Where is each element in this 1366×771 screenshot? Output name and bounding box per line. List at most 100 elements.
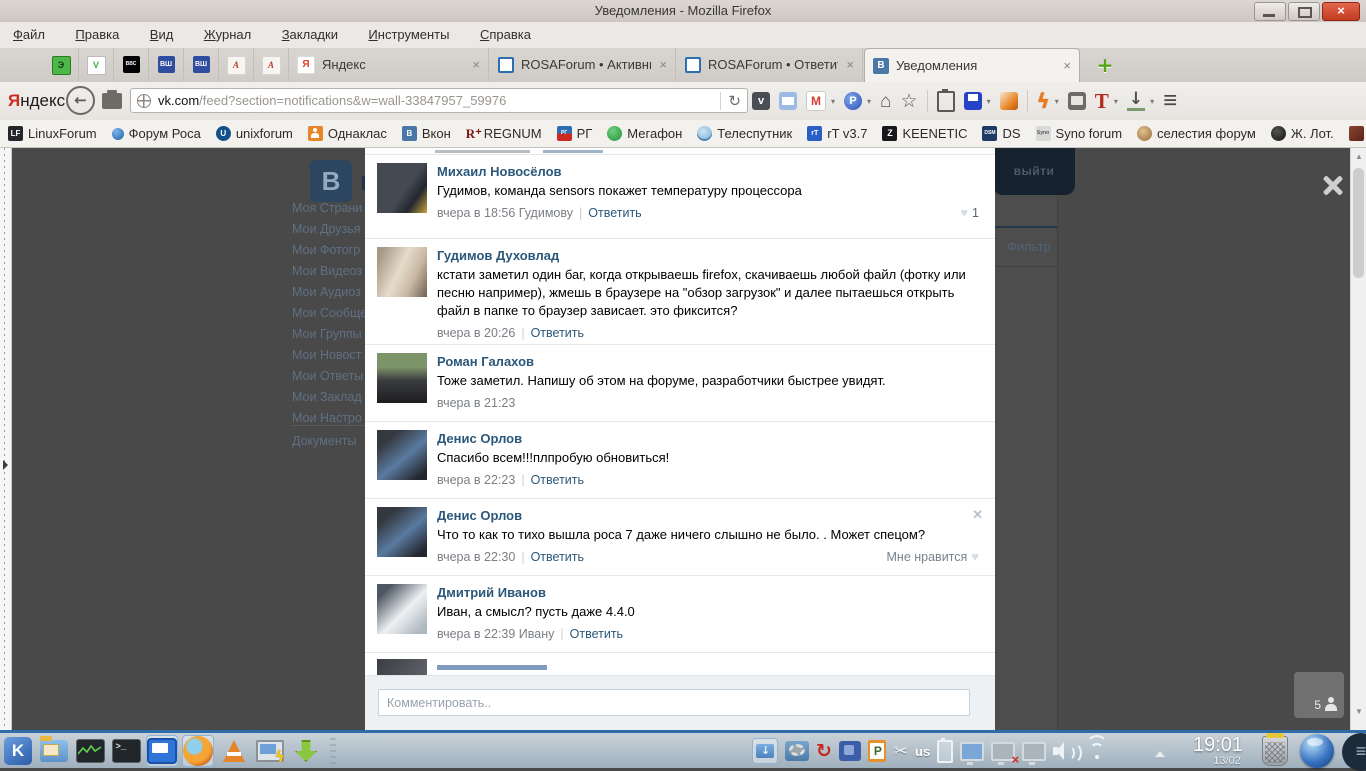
tray-network-disconnected[interactable]: × (991, 741, 1019, 766)
avatar[interactable] (377, 584, 427, 634)
save-page-icon[interactable] (963, 92, 982, 110)
sidebar-item-replies[interactable]: Мои Ответы (292, 366, 365, 387)
url-bar[interactable]: vk.com/feed?section=notifications&w=wall… (130, 88, 748, 113)
bookmark-rt[interactable]: rT rT v3.7 (807, 126, 867, 141)
hamburger-menu-icon[interactable]: ≡ (1163, 89, 1177, 113)
bookmark-ds[interactable]: DSM DS (982, 126, 1021, 141)
pinned-tab-ekatalog[interactable]: Э (44, 48, 79, 81)
scroll-up-arrow[interactable]: ▲ (1351, 152, 1366, 161)
reload-icon[interactable]: ↻ (720, 91, 741, 110)
pinned-tab-bill1[interactable]: ВШ (149, 48, 184, 81)
tray-klipper[interactable]: ✂ (893, 741, 908, 762)
tray-sync[interactable]: ↻ (816, 741, 832, 761)
sidebar-item-my-page[interactable]: Моя Страни (292, 198, 365, 219)
pinned-tab-a2[interactable]: А (254, 48, 289, 81)
chevron-down-icon[interactable]: ▾ (867, 97, 871, 106)
tray-wifi[interactable] (1086, 735, 1109, 760)
reply-link[interactable]: Ответить (531, 549, 584, 565)
chevron-down-icon[interactable]: ▾ (987, 97, 991, 106)
tab-notifications[interactable]: В Уведомления × (864, 48, 1080, 82)
tray-system-settings[interactable] (785, 741, 809, 761)
like-button-label[interactable]: Мне нравится (887, 549, 968, 565)
maximize-button[interactable] (1288, 2, 1320, 21)
comment-input[interactable] (378, 689, 970, 716)
popup-close-icon[interactable] (1322, 174, 1344, 196)
reply-link[interactable]: Ответить (588, 205, 641, 221)
terminal-button[interactable] (110, 735, 142, 767)
pinned-tab-bbc[interactable]: BBC (114, 48, 149, 81)
tray-network-secondary[interactable] (1022, 741, 1047, 765)
user-name-link[interactable]: Роман Галахов (437, 353, 979, 370)
user-name-link[interactable]: Гудимов Духовлад (437, 247, 979, 264)
menu-help[interactable]: Справка (467, 22, 544, 42)
id-card-addon-icon[interactable] (1067, 92, 1086, 110)
menu-tools[interactable]: Инструменты (355, 22, 462, 42)
sidebar-splitter[interactable] (0, 148, 12, 730)
url-text[interactable]: vk.com/feed?section=notifications&w=wall… (158, 93, 720, 108)
vlc-button[interactable] (218, 735, 250, 767)
avatar[interactable] (377, 353, 427, 403)
bookmark-syno-forum[interactable]: Syno Syno forum (1035, 126, 1122, 141)
tab-close-icon[interactable]: × (472, 57, 480, 72)
tab-rosaforum-reply[interactable]: ROSAForum • Ответить × (677, 48, 863, 81)
avatar[interactable] (377, 163, 427, 213)
sidebar-item-groups[interactable]: Мои Группы (292, 324, 365, 345)
bookmark-celestia-forum[interactable]: селестия форум (1137, 126, 1256, 141)
reply-link[interactable]: Ответить (570, 626, 623, 642)
clipboard-icon[interactable] (936, 88, 955, 112)
bookmark-regnum[interactable]: R⁺ REGNUM (466, 126, 542, 141)
filter-link[interactable]: Фильтр (1007, 239, 1051, 254)
close-button[interactable]: × (1322, 2, 1360, 21)
bookmark-vkontakte[interactable]: В Вкон (401, 126, 451, 141)
new-tab-button[interactable]: + (1094, 54, 1116, 76)
menu-edit[interactable]: Правка (62, 22, 132, 42)
bookmark-tm[interactable]: TM (1348, 126, 1366, 141)
tab-close-icon[interactable]: × (659, 57, 667, 72)
user-name-link[interactable]: Денис Орлов (437, 430, 979, 447)
user-name-link[interactable]: Дмитрий Иванов (437, 584, 979, 601)
avatar[interactable] (377, 507, 427, 557)
keyboard-layout-indicator[interactable]: us (915, 745, 930, 758)
clock-widget[interactable]: 19:01 13/02 (1172, 735, 1264, 767)
tray-expander-arrow[interactable] (1155, 751, 1165, 757)
sidebar-item-documents[interactable]: Документы (292, 434, 356, 448)
sidebar-item-bookmarks[interactable]: Мои Заклад (292, 387, 365, 408)
yandex-logo[interactable]: Яндекс (8, 91, 65, 111)
scrollbar-thumb[interactable] (1353, 168, 1364, 278)
home-icon[interactable]: ⌂ (880, 92, 891, 111)
scroll-down-arrow[interactable]: ▼ (1351, 707, 1366, 716)
menu-view[interactable]: Вид (137, 22, 187, 42)
sidebar-item-photos[interactable]: Мои Фотогр (292, 240, 365, 261)
pocket-icon[interactable]: v (752, 92, 770, 110)
online-users-badge[interactable]: 5 (1294, 672, 1344, 718)
tray-clipboard-manager[interactable] (867, 740, 886, 762)
chevron-down-icon[interactable]: ▾ (1055, 97, 1059, 106)
tray-downloads-folder[interactable] (752, 738, 778, 764)
user-name-link[interactable]: Михаил Новосёлов (437, 163, 979, 180)
sidebar-item-audios[interactable]: Мои Аудиоз (292, 282, 365, 303)
user-name-link[interactable]: Денис Орлов (437, 507, 979, 524)
tray-plugin[interactable] (838, 741, 861, 761)
gmail-icon[interactable]: M (806, 91, 826, 111)
mail-icon[interactable] (779, 92, 797, 110)
proxy-globe-icon[interactable]: P (844, 92, 863, 110)
task-firefox[interactable] (182, 735, 214, 767)
task-system-window[interactable] (146, 735, 178, 767)
tray-volume[interactable] (1053, 741, 1083, 764)
tab-close-icon[interactable]: × (1063, 58, 1071, 73)
sidebar-item-friends[interactable]: Мои Друзья (292, 219, 365, 240)
bookmark-megafon[interactable]: Мегафон (607, 126, 682, 141)
logout-button[interactable]: выйти (993, 148, 1075, 195)
tab-close-icon[interactable]: × (846, 57, 854, 72)
avatar[interactable] (377, 430, 427, 480)
trash-widget[interactable] (1262, 733, 1288, 766)
panel-settings-cashew[interactable]: ≡ (1342, 733, 1366, 771)
chevron-down-icon[interactable]: ▾ (1114, 97, 1118, 106)
sidebar-expand-handle-icon[interactable] (3, 460, 8, 470)
pinned-tab-v[interactable]: V (79, 48, 114, 81)
remote-desktop-button[interactable] (254, 735, 286, 767)
addon-orange-icon[interactable] (999, 92, 1018, 110)
tab-yandex[interactable]: Я Яндекс × (289, 48, 489, 81)
pinned-tab-a1[interactable]: А (219, 48, 254, 81)
like-heart-icon[interactable]: ♥ (971, 549, 979, 565)
